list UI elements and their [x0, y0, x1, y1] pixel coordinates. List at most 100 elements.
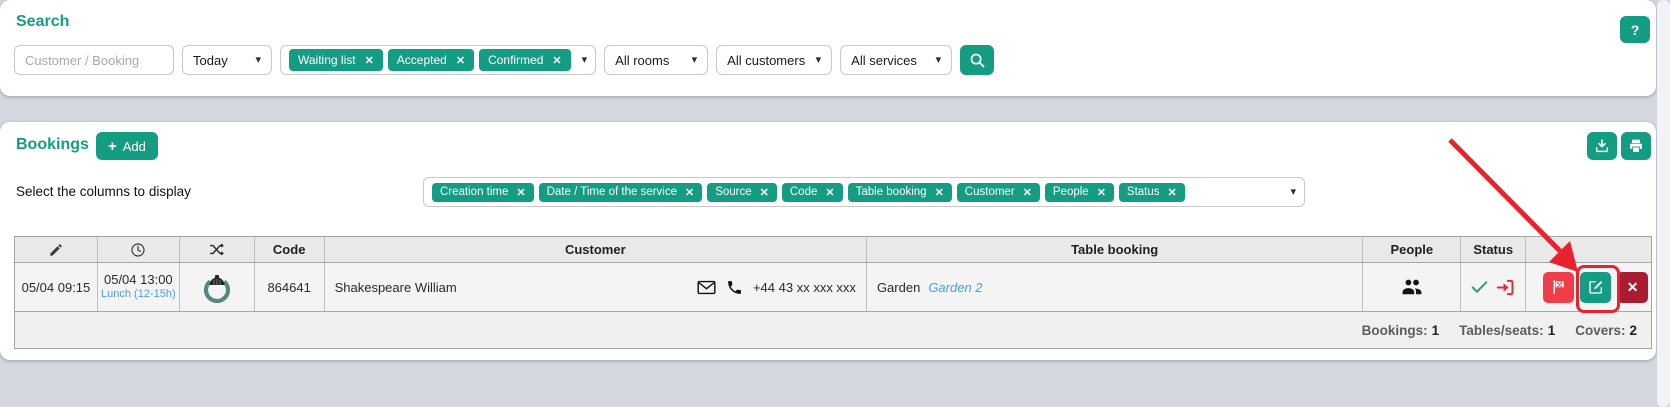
- chevron-down-icon: ▾: [935, 53, 942, 66]
- chevron-down-icon[interactable]: ▾: [1290, 186, 1296, 198]
- chevron-down-icon: ▾: [691, 53, 698, 66]
- column-tag-customer[interactable]: Customer ✕: [956, 182, 1040, 202]
- search-icon: [969, 52, 986, 69]
- download-button[interactable]: [1587, 132, 1617, 160]
- table-name-link[interactable]: Garden 2: [928, 280, 982, 295]
- service-name-link[interactable]: Lunch (12-15h): [101, 288, 176, 302]
- cell-service-time: 05/04 13:00 Lunch (12-15h): [98, 263, 180, 311]
- header-code[interactable]: Code: [255, 237, 325, 262]
- bookings-total: Bookings: 1: [1361, 322, 1440, 338]
- cell-customer: Shakespeare William +44 43 xx xxx xxx: [325, 263, 867, 311]
- covers-total: Covers: 2: [1575, 322, 1637, 338]
- date-filter-dropdown[interactable]: Today ▾: [182, 45, 272, 75]
- close-icon[interactable]: ✕: [552, 54, 561, 67]
- cell-actions: ✕: [1526, 263, 1651, 311]
- services-filter-dropdown[interactable]: All services ▾: [840, 45, 953, 75]
- add-booking-button[interactable]: + Add: [96, 132, 158, 160]
- room-name: Garden: [876, 279, 921, 295]
- close-icon[interactable]: ✕: [1023, 186, 1032, 199]
- close-icon[interactable]: ✕: [365, 54, 374, 67]
- chevron-down-icon: ▾: [815, 53, 822, 66]
- table-totals-row: Bookings: 1 Tables/seats: 1 Covers: 2: [15, 311, 1651, 348]
- close-icon[interactable]: ✕: [760, 186, 769, 199]
- bookings-title: Bookings: [16, 136, 89, 153]
- cell-creation-time: 05/04 09:15: [15, 263, 98, 311]
- columns-tagbox[interactable]: Creation time ✕ Date / Time of the servi…: [423, 177, 1305, 207]
- status-tag-confirmed[interactable]: Confirmed ✕: [479, 49, 571, 71]
- search-title: Search: [16, 13, 70, 30]
- cell-table-booking: Garden Garden 2: [867, 263, 1364, 311]
- close-icon: ✕: [1626, 278, 1639, 295]
- column-tag-date-time-service[interactable]: Date / Time of the service ✕: [538, 182, 703, 202]
- cell-people: [1363, 263, 1462, 311]
- status-tag-accepted[interactable]: Accepted ✕: [387, 49, 475, 71]
- rooms-filter-dropdown[interactable]: All rooms ▾: [604, 45, 709, 75]
- column-tag-table-booking[interactable]: Table booking ✕: [847, 182, 952, 202]
- no-show-button[interactable]: [1543, 271, 1575, 303]
- cancel-booking-button[interactable]: ✕: [1617, 271, 1649, 303]
- header-customer[interactable]: Customer: [325, 237, 867, 262]
- search-button[interactable]: [960, 45, 995, 75]
- services-filter-value: All services: [851, 52, 917, 68]
- status-tag-waiting-list[interactable]: Waiting list ✕: [289, 49, 383, 71]
- edit-icon: [1588, 279, 1604, 295]
- help-button[interactable]: ?: [1620, 16, 1650, 43]
- chevron-down-icon[interactable]: ▾: [582, 54, 588, 66]
- date-filter-value: Today: [193, 52, 228, 68]
- customer-name[interactable]: Shakespeare William: [335, 280, 457, 295]
- close-icon[interactable]: ✕: [1168, 186, 1177, 199]
- close-icon[interactable]: ✕: [825, 186, 834, 199]
- bookings-panel: Bookings + Add Select the columns to dis…: [0, 122, 1656, 360]
- header-service-time[interactable]: [98, 237, 180, 262]
- close-icon[interactable]: ✕: [685, 186, 694, 199]
- plus-icon: +: [108, 137, 117, 155]
- column-tag-creation-time[interactable]: Creation time ✕: [432, 182, 534, 202]
- close-icon[interactable]: ✕: [516, 186, 525, 199]
- download-icon: [1594, 138, 1610, 154]
- close-icon[interactable]: ✕: [456, 54, 465, 67]
- chevron-down-icon: ▾: [255, 53, 261, 66]
- header-source[interactable]: [180, 237, 255, 262]
- checkered-flag-icon: [1551, 279, 1567, 295]
- booking-row[interactable]: 05/04 09:15 05/04 13:00 Lunch (12-15h) 8…: [15, 263, 1651, 311]
- column-tag-source[interactable]: Source ✕: [707, 182, 777, 202]
- tables-seats-total: Tables/seats: 1: [1459, 322, 1556, 338]
- confirmed-check-icon: [1471, 280, 1488, 294]
- shuffle-icon: [208, 241, 225, 258]
- close-icon[interactable]: ✕: [1097, 186, 1106, 199]
- status-filter-tagbox[interactable]: Waiting list ✕ Accepted ✕ Confirmed ✕ ▾: [280, 45, 597, 75]
- search-filters-row: Today ▾ Waiting list ✕ Accepted ✕ Confir…: [14, 45, 995, 75]
- header-creation-time[interactable]: [15, 237, 98, 262]
- email-icon[interactable]: [697, 280, 716, 295]
- header-actions: [1526, 237, 1651, 262]
- pencil-icon: [48, 242, 64, 258]
- header-people[interactable]: People: [1363, 237, 1462, 262]
- print-button[interactable]: [1621, 132, 1651, 160]
- cell-code: 864641: [255, 263, 325, 311]
- rooms-filter-value: All rooms: [615, 52, 670, 68]
- booking-source-logo-icon: [202, 270, 232, 304]
- cell-source: [180, 263, 255, 311]
- search-panel: Search Today ▾ Waiting list ✕ Accepted ✕…: [0, 0, 1656, 96]
- add-button-label: Add: [122, 138, 146, 154]
- customer-booking-search-input[interactable]: [14, 45, 174, 75]
- header-status[interactable]: Status: [1461, 237, 1527, 262]
- header-table-booking[interactable]: Table booking: [867, 237, 1364, 262]
- close-icon[interactable]: ✕: [935, 186, 944, 199]
- column-tag-status[interactable]: Status ✕: [1118, 182, 1185, 202]
- people-icon: [1401, 278, 1423, 296]
- edit-booking-button[interactable]: [1580, 271, 1612, 303]
- customers-filter-dropdown[interactable]: All customers ▾: [716, 45, 833, 75]
- column-tag-people[interactable]: People ✕: [1044, 182, 1114, 202]
- phone-icon[interactable]: [726, 279, 743, 296]
- bookings-table: Code Customer Table booking People Statu…: [14, 236, 1652, 349]
- printer-icon: [1628, 138, 1644, 154]
- customer-phone: +44 43 xx xxx xxx: [752, 279, 856, 295]
- column-tag-code[interactable]: Code ✕: [781, 182, 843, 202]
- columns-hint-label: Select the columns to display: [16, 184, 191, 199]
- customers-filter-value: All customers: [727, 52, 806, 68]
- table-header-row: Code Customer Table booking People Statu…: [15, 237, 1651, 263]
- checked-in-icon[interactable]: [1496, 279, 1515, 296]
- question-mark-icon: ?: [1630, 21, 1640, 38]
- scrollbar[interactable]: [1657, 0, 1670, 407]
